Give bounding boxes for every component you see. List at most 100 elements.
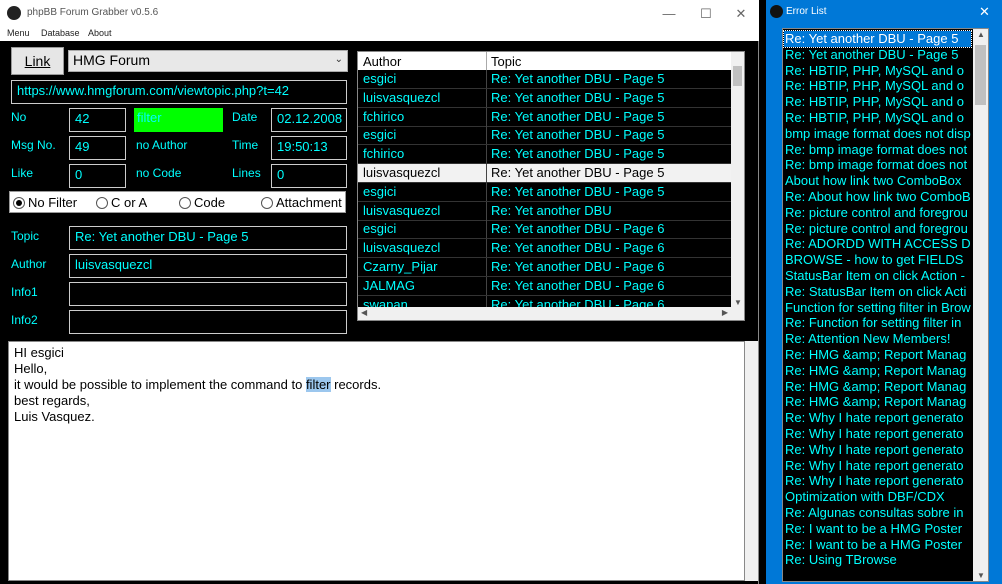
table-row[interactable]: esgici Re: Yet another DBU - Page 6: [358, 220, 732, 240]
table-row[interactable]: luisvasquezcl Re: Yet another DBU - Page …: [358, 88, 732, 108]
list-item[interactable]: Re: Attention New Members!: [784, 331, 971, 347]
grid-header-author[interactable]: Author: [363, 54, 401, 69]
table-row[interactable]: esgici Re: Yet another DBU - Page 5: [358, 70, 732, 89]
forum-select[interactable]: HMG Forum ⌄: [68, 50, 348, 72]
like-field[interactable]: 0: [69, 164, 126, 188]
grid-scroll-thumb[interactable]: [733, 66, 742, 86]
list-item[interactable]: Re: Why I hate report generato: [784, 410, 971, 426]
cell-author: luisvasquezcl: [363, 240, 441, 256]
table-row[interactable]: luisvasquezcl Re: Yet another DBU - Page …: [358, 239, 732, 259]
table-row[interactable]: esgici Re: Yet another DBU - Page 5: [358, 126, 732, 146]
list-item[interactable]: Re: Why I hate report generato: [784, 458, 971, 474]
list-item[interactable]: Re: StatusBar Item on click Acti: [784, 284, 971, 300]
table-row[interactable]: esgici Re: Yet another DBU - Page 5: [358, 182, 732, 202]
time-label: Time: [232, 138, 259, 152]
info1-label: Info1: [11, 285, 38, 299]
list-item[interactable]: Re: HMG &amp; Report Manag: [784, 347, 971, 363]
no-field[interactable]: 42: [69, 108, 126, 132]
error-list-scrollbar[interactable]: ▲ ▼: [973, 29, 988, 581]
list-item[interactable]: Re: HBTIP, PHP, MySQL and o: [784, 78, 971, 94]
list-item[interactable]: Re: Why I hate report generato: [784, 426, 971, 442]
grid-header: Author Topic: [358, 52, 732, 70]
list-item[interactable]: Function for setting filter in Brow: [784, 300, 971, 316]
message-body[interactable]: HI esgici Hello, it would be possible to…: [8, 341, 745, 581]
list-item[interactable]: About how link two ComboBox: [784, 173, 971, 189]
topic-field[interactable]: Re: Yet another DBU - Page 5: [69, 226, 347, 250]
message-scrollbar[interactable]: [745, 341, 758, 581]
close-button[interactable]: ✕: [723, 0, 759, 27]
list-item[interactable]: BROWSE - how to get FIELDS: [784, 252, 971, 268]
grid-vertical-scrollbar[interactable]: ▼: [731, 52, 744, 308]
maximize-button[interactable]: ☐: [688, 0, 724, 27]
list-item[interactable]: Optimization with DBF/CDX: [784, 489, 971, 505]
info1-field[interactable]: [69, 282, 347, 306]
list-item[interactable]: Re: Algunas consultas sobre in: [784, 505, 971, 521]
list-item[interactable]: Re: HMG &amp; Report Manag: [784, 379, 971, 395]
list-item[interactable]: Re: HBTIP, PHP, MySQL and o: [784, 110, 971, 126]
table-row[interactable]: luisvasquezcl Re: Yet another DBU - Page …: [358, 164, 732, 183]
list-item[interactable]: Re: Using TBrowse: [784, 552, 971, 568]
grid-header-topic[interactable]: Topic: [491, 54, 521, 69]
no-label: No: [11, 110, 27, 124]
list-item[interactable]: Re: Why I hate report generato: [784, 442, 971, 458]
scroll-left-icon[interactable]: ◀: [361, 308, 367, 317]
cell-topic: Re: Yet another DBU: [491, 202, 612, 218]
table-row[interactable]: fchirico Re: Yet another DBU - Page 5: [358, 145, 732, 165]
list-item[interactable]: Re: HBTIP, PHP, MySQL and o: [784, 63, 971, 79]
radio-no-filter[interactable]: No Filter: [13, 195, 77, 210]
list-item[interactable]: Re: I want to be a HMG Poster: [784, 521, 971, 537]
message-line: it would be possible to implement the co…: [14, 377, 739, 393]
radio-code[interactable]: Code: [179, 195, 225, 210]
cell-author: esgici: [363, 221, 397, 237]
table-row[interactable]: fchirico Re: Yet another DBU - Page 5: [358, 107, 732, 127]
table-row[interactable]: luisvasquezcl Re: Yet another DBU: [358, 201, 732, 221]
error-list[interactable]: Re: Yet another DBU - Page 5 Re: Yet anot…: [782, 28, 989, 582]
list-item[interactable]: Re: About how link two ComboB: [784, 189, 971, 205]
table-row[interactable]: Czarny_Pijar Re: Yet another DBU - Page 6: [358, 258, 732, 277]
date-field[interactable]: 02.12.2008: [271, 108, 347, 132]
menu-item-menu[interactable]: Menu: [7, 28, 30, 38]
list-item[interactable]: Re: Yet another DBU - Page 5: [784, 47, 971, 63]
close-button[interactable]: ✕: [979, 4, 990, 20]
scroll-down-icon[interactable]: ▼: [977, 571, 985, 580]
error-list-scroll-thumb[interactable]: [975, 45, 986, 105]
scroll-up-icon[interactable]: ▲: [977, 30, 985, 39]
cell-topic: Re: Yet another DBU - Page 5: [491, 146, 665, 162]
info2-field[interactable]: [69, 310, 347, 334]
menu-item-about[interactable]: About: [88, 28, 112, 38]
msgno-label: Msg No.: [11, 138, 56, 152]
list-item[interactable]: Re: Yet another DBU - Page 5: [783, 30, 972, 48]
list-item[interactable]: Re: HMG &amp; Report Manag: [784, 363, 971, 379]
list-item[interactable]: Re: picture control and foregrou: [784, 221, 971, 237]
msgno-field[interactable]: 49: [69, 136, 126, 160]
lines-label: Lines: [232, 166, 261, 180]
link-button[interactable]: Link: [11, 47, 64, 75]
author-field[interactable]: luisvasquezcl: [69, 254, 347, 278]
list-item[interactable]: Re: picture control and foregrou: [784, 205, 971, 221]
time-field[interactable]: 19:50:13: [271, 136, 347, 160]
list-item[interactable]: Re: Why I hate report generato: [784, 473, 971, 489]
list-item[interactable]: Re: ADORDD WITH ACCESS D: [784, 236, 971, 252]
scroll-right-icon[interactable]: ▶: [722, 308, 728, 317]
info2-label: Info2: [11, 313, 38, 327]
list-item[interactable]: Re: bmp image format does not: [784, 157, 971, 173]
radio-c-or-a[interactable]: C or A: [96, 195, 147, 210]
menu-item-database[interactable]: Database: [41, 28, 80, 38]
list-item[interactable]: Re: Function for setting filter in: [784, 315, 971, 331]
grid-horizontal-scrollbar[interactable]: ◀ ▶: [358, 307, 744, 320]
lines-field[interactable]: 0: [271, 164, 347, 188]
posts-grid[interactable]: Author Topic esgici Re: Yet another DBU -…: [357, 51, 745, 321]
list-item[interactable]: Re: bmp image format does not: [784, 142, 971, 158]
minimize-button[interactable]: —: [651, 0, 687, 27]
url-field[interactable]: https://www.hmgforum.com/viewtopic.php?t…: [11, 80, 347, 104]
list-item[interactable]: bmp image format does not disp: [784, 126, 971, 142]
list-item[interactable]: Re: I want to be a HMG Poster: [784, 537, 971, 553]
cell-topic: Re: Yet another DBU - Page 5: [491, 183, 665, 199]
list-item[interactable]: Re: HBTIP, PHP, MySQL and o: [784, 94, 971, 110]
table-row[interactable]: JALMAG Re: Yet another DBU - Page 6: [358, 276, 732, 296]
radio-attachment[interactable]: Attachment: [261, 195, 342, 210]
list-item[interactable]: StatusBar Item on click Action -: [784, 268, 971, 284]
filter-indicator: filter: [134, 108, 223, 132]
list-item[interactable]: Re: HMG &amp; Report Manag: [784, 394, 971, 410]
scroll-down-icon[interactable]: ▼: [734, 298, 742, 307]
